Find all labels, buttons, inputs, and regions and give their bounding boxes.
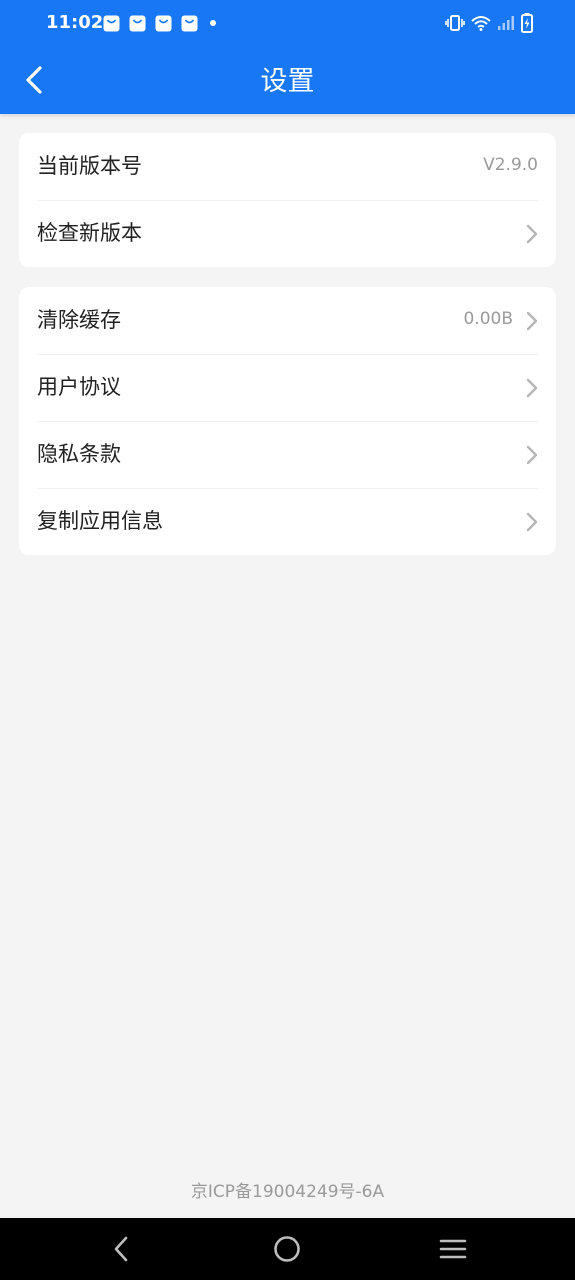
settings-card: 清除缓存 0.00B 用户协议 隐私条款 复制应用信息 — [19, 287, 556, 555]
notification-icons — [103, 13, 216, 33]
battery-charging-icon — [521, 13, 533, 33]
cache-size-value: 0.00B — [463, 309, 513, 329]
status-time: 11:02 — [46, 12, 104, 33]
version-value: V2.9.0 — [483, 155, 538, 175]
icp-license-text: 京ICP备19004249号-6A — [190, 1182, 385, 1202]
chevron-right-icon — [526, 378, 538, 398]
check-update-row[interactable]: 检查新版本 — [19, 200, 556, 267]
page-title: 设置 — [260, 66, 315, 97]
nav-menu-button[interactable] — [436, 1234, 470, 1264]
row-label: 清除缓存 — [37, 308, 121, 332]
privacy-policy-row[interactable]: 隐私条款 — [19, 421, 556, 488]
shopping-bag-icon — [103, 15, 120, 31]
row-label: 隐私条款 — [37, 442, 121, 466]
dot-icon — [210, 20, 216, 26]
chevron-right-icon — [526, 445, 538, 465]
row-label: 当前版本号 — [37, 154, 142, 178]
system-icons — [439, 12, 533, 34]
user-agreement-row[interactable]: 用户协议 — [19, 354, 556, 421]
shopping-bag-icon — [155, 15, 172, 31]
home-circle-icon — [274, 1236, 300, 1262]
app-header: 11:02 设置 — [0, 0, 575, 114]
status-bar: 11:02 — [0, 0, 575, 46]
version-card: 当前版本号 V2.9.0 检查新版本 — [19, 133, 556, 267]
shopping-bag-icon — [129, 15, 146, 31]
back-triangle-icon — [114, 1236, 128, 1262]
system-nav-bar — [0, 1218, 575, 1280]
title-bar: 设置 — [0, 46, 575, 114]
menu-lines-icon — [439, 1239, 467, 1259]
row-label: 用户协议 — [37, 375, 121, 399]
chevron-right-icon — [526, 311, 538, 331]
row-label: 检查新版本 — [37, 221, 142, 245]
wifi-icon — [471, 16, 491, 31]
copy-app-info-row[interactable]: 复制应用信息 — [19, 488, 556, 555]
chevron-right-icon — [526, 224, 538, 244]
signal-icon — [498, 16, 514, 30]
row-label: 复制应用信息 — [37, 509, 163, 533]
chevron-right-icon — [526, 512, 538, 532]
current-version-row: 当前版本号 V2.9.0 — [19, 133, 556, 200]
nav-home-button[interactable] — [270, 1234, 304, 1264]
nav-back-button[interactable] — [104, 1234, 138, 1264]
vibrate-icon — [445, 15, 465, 31]
shopping-bag-icon — [181, 15, 198, 31]
clear-cache-row[interactable]: 清除缓存 0.00B — [19, 287, 556, 354]
